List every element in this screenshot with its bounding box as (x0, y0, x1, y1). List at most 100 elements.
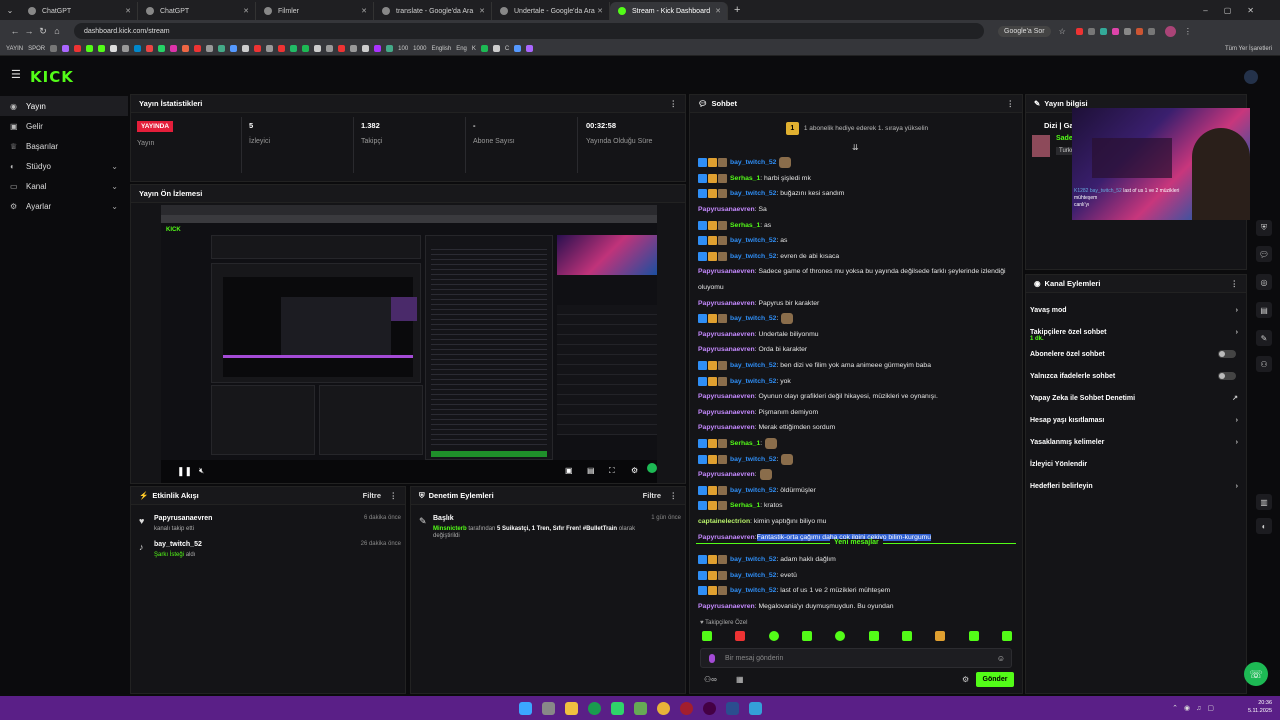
chat-username[interactable]: bay_twitch_52 (730, 378, 776, 385)
clock[interactable]: 20:36 5.11.2025 (1248, 699, 1272, 715)
taskbar-app-icon[interactable] (748, 701, 762, 715)
chat-username[interactable]: bay_twitch_52 (730, 190, 776, 197)
chat-username[interactable]: bay_twitch_52 (730, 487, 776, 494)
emote-icon[interactable] (968, 631, 979, 641)
rail-tools-icon[interactable]: ✎ (1256, 330, 1272, 346)
bookmark-spor[interactable]: SPOR (28, 46, 45, 52)
filter-button[interactable]: Filtre (643, 491, 661, 500)
chat-username[interactable]: Papyrusanaevren (698, 268, 755, 275)
extensions-area[interactable] (1075, 27, 1155, 35)
chat-username[interactable]: Papyrusanaevren (698, 603, 755, 610)
taskbar-app-icon[interactable] (679, 701, 693, 715)
chat-username[interactable]: Papyrusanaevren (698, 471, 755, 478)
folder-icon[interactable] (564, 701, 578, 715)
category-thumbnail[interactable] (1032, 135, 1050, 157)
user-avatar[interactable] (1244, 70, 1258, 84)
emote-icon[interactable] (935, 631, 946, 641)
browser-tab[interactable]: ChatGPT ✕ (20, 2, 138, 20)
pinned-banner[interactable]: 1 1 abonelik hediye ederek 1. sıraya yük… (698, 119, 1016, 137)
chat-settings-icon[interactable]: ⚙ (962, 675, 969, 684)
more-menu-icon[interactable]: ⋮ (1007, 99, 1015, 108)
send-button[interactable]: Gönder (976, 672, 1014, 687)
chat-username[interactable]: bay_twitch_52 (730, 362, 776, 369)
chat-username[interactable]: Papyrusanaevren (698, 393, 755, 400)
chat-username[interactable]: bay_twitch_52 (730, 456, 776, 463)
tab-close-icon[interactable]: ✕ (361, 7, 367, 15)
chat-username[interactable]: Papyrusanaevren (698, 424, 755, 431)
chat-username[interactable]: bay_twitch_52 (730, 159, 776, 166)
channel-action-item[interactable]: Yalnızca ifadelerle sohbet (1030, 365, 1242, 387)
more-menu-icon[interactable]: ⋮ (670, 491, 678, 500)
channel-action-item[interactable]: İzleyici Yönlendir (1030, 453, 1242, 475)
bookmark-eng[interactable]: Eng (456, 46, 467, 52)
video-player[interactable]: KICK ❚❚ 🔇︎ ▣ ▤ ⛶ ⚙ (161, 205, 657, 483)
reload-icon[interactable]: ↻ (36, 26, 50, 37)
filter-button[interactable]: Filtre (363, 491, 381, 500)
back-icon[interactable]: ← (8, 26, 22, 36)
chrome-icon[interactable] (656, 701, 670, 715)
rail-layout-icon[interactable]: ▥ (1256, 494, 1272, 510)
chat-tools-icon[interactable]: ⚇∞ (704, 675, 717, 684)
channel-action-item[interactable]: Hedefleri belirleyin › (1030, 475, 1242, 497)
chat-username[interactable]: Papyrusanaevren (698, 300, 755, 307)
toggle-switch[interactable] (1218, 350, 1236, 358)
bookmark-english[interactable]: English (432, 46, 452, 52)
emote-icon[interactable] (1001, 631, 1012, 641)
browser-tab[interactable]: Stream - Kick Dashboard ✕ (610, 2, 728, 20)
calendar-icon[interactable]: ▦ (736, 675, 744, 684)
url-field[interactable]: dashboard.kick.com/stream (74, 23, 984, 39)
system-tray[interactable]: ⌃◉♫▢ (1172, 704, 1220, 712)
mute-icon[interactable]: 🔇︎ (199, 466, 204, 476)
rail-color-icon[interactable]: ◐ (1256, 518, 1272, 534)
chat-username[interactable]: bay_twitch_52 (730, 572, 776, 579)
home-icon[interactable]: ⌂ (50, 26, 64, 36)
browser-tab[interactable]: Filmler ✕ (256, 2, 374, 20)
forward-icon[interactable]: → (22, 26, 36, 36)
emoji-icon[interactable]: ☺ (997, 654, 1005, 663)
activity-user[interactable]: bay_twitch_52 (154, 541, 202, 548)
chat-username[interactable]: captainelectrion (698, 518, 750, 525)
emote-icon[interactable] (835, 631, 846, 641)
pause-icon[interactable]: ❚❚ (177, 466, 192, 477)
kick-logo[interactable]: KICK (30, 68, 74, 86)
chat-username[interactable]: Serhas_1 (730, 440, 760, 447)
chat-username[interactable]: Papyrusanaevren (698, 346, 755, 353)
start-icon[interactable] (518, 701, 532, 715)
channel-action-item[interactable]: Yavaş mod › (1030, 299, 1242, 321)
rail-users-icon[interactable]: ⚇ (1256, 356, 1272, 372)
pip-icon[interactable]: ▣ (565, 466, 573, 475)
sidebar-item-kanal[interactable]: ▭ Kanal ⌄ (0, 176, 128, 196)
channel-action-item[interactable]: Yapay Zeka ile Sohbet Denetimi ↗ (1030, 387, 1242, 409)
fullscreen-icon[interactable]: ⛶ (609, 466, 615, 476)
browser-tab[interactable]: Undertale - Google'da Ara ✕ (492, 2, 610, 20)
emote-icon[interactable] (735, 631, 746, 641)
taskbar-app-icon[interactable] (610, 701, 624, 715)
more-menu-icon[interactable]: ⋮ (390, 491, 398, 500)
activity-user[interactable]: Papyrusanaevren (154, 515, 212, 522)
settings-icon[interactable]: ⚙ (631, 466, 638, 475)
chat-username[interactable]: Serhas_1 (730, 222, 760, 229)
tab-close-icon[interactable]: ✕ (125, 7, 131, 15)
mic-icon[interactable] (709, 653, 715, 663)
all-bookmarks[interactable]: Tüm Yer İşaretleri (1225, 46, 1272, 52)
channel-action-item[interactable]: Hesap yaşı kısıtlaması › (1030, 409, 1242, 431)
bookmark-100[interactable]: 100 (398, 46, 408, 52)
chat-username[interactable]: Papyrusanaevren (698, 206, 755, 213)
channel-action-item[interactable]: Abonelere özel sohbet (1030, 343, 1242, 365)
support-chat-icon[interactable]: ☏ (1244, 662, 1268, 686)
new-tab-button[interactable]: + (734, 4, 740, 16)
sidebar-item-yayın[interactable]: ◉ Yayın (0, 96, 128, 116)
chat-username[interactable]: Serhas_1 (730, 502, 760, 509)
emote-icon[interactable] (901, 631, 912, 641)
sidebar-item-ayarlar[interactable]: ⚙ Ayarlar ⌄ (0, 196, 128, 216)
star-icon[interactable]: ☆ (1059, 27, 1066, 36)
chat-username[interactable]: bay_twitch_52 (730, 237, 776, 244)
chat-username[interactable]: Papyrusanaevren (698, 534, 755, 541)
taskbar-app-icon[interactable] (702, 701, 716, 715)
collapse-icon[interactable]: ⇊ (852, 143, 859, 152)
more-menu-icon[interactable]: ⋮ (670, 99, 678, 108)
chat-input[interactable]: Bir mesaj gönderin ☺ (700, 648, 1012, 668)
chat-username[interactable]: bay_twitch_52 (730, 315, 776, 322)
tab-close-icon[interactable]: ✕ (597, 7, 603, 15)
taskbar-app-icon[interactable] (587, 701, 601, 715)
